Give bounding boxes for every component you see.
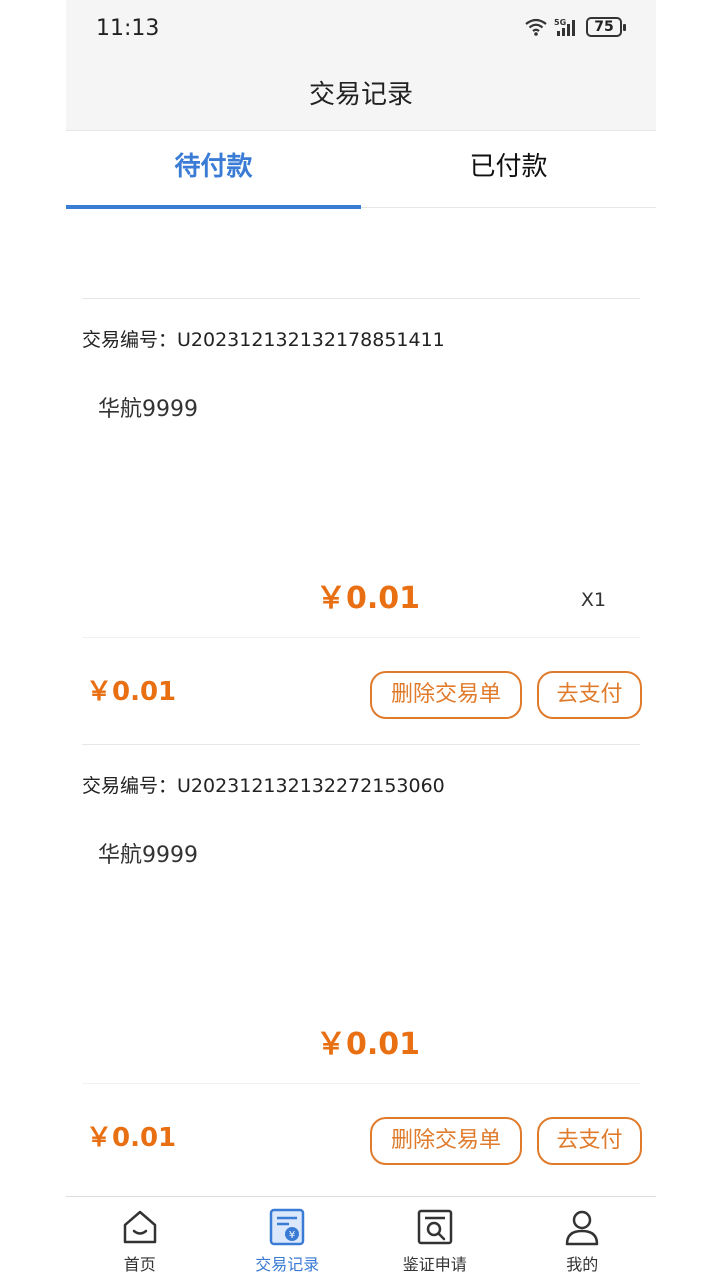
home-icon [123, 1210, 156, 1244]
payment-status-tabs: 待付款 已付款 [66, 130, 656, 209]
tabbar-label: 我的 [566, 1255, 599, 1274]
network-type-label: 5G [554, 18, 566, 27]
product-name[interactable]: 华航9999 [98, 391, 198, 423]
item-price: ￥0.01 [316, 1027, 421, 1062]
tab-pending-payment[interactable]: 待付款 [66, 131, 361, 209]
header-area: 11:13 5G 75 交易记录 [66, 0, 656, 130]
order-total: ￥0.01 [86, 1123, 177, 1153]
order-list: 交易编号：U20231213213217885141​1 华航9999 ￥0.0… [82, 298, 642, 1190]
status-icons: 5G 75 [524, 17, 626, 37]
cellular-signal-icon: 5G [554, 18, 575, 36]
divider [82, 637, 640, 638]
order-number: 交易编号：U20231213213227215306​0 [82, 775, 445, 797]
divider [82, 1083, 640, 1084]
right-gutter [656, 0, 720, 1280]
order-number: 交易编号：U20231213213217885141​1 [82, 329, 445, 351]
transaction-record-icon: ¥ [270, 1208, 305, 1246]
app-screen: 11:13 5G 75 交易记录 待付款 已付款 交易编号：U202312132… [66, 0, 656, 1280]
order-card: 交易编号：U20231213213227215306​0 华航9999 ￥0.0… [82, 744, 642, 1190]
tabbar-item-transaction-record[interactable]: ¥ 交易记录 [214, 1197, 362, 1280]
page-title: 交易记录 [308, 80, 413, 110]
pay-button[interactable]: 去支付 [537, 1117, 642, 1165]
tabbar-item-home[interactable]: 首页 [66, 1197, 214, 1280]
order-total: ￥0.01 [86, 677, 177, 707]
tabbar-label: 交易记录 [255, 1255, 320, 1274]
tabbar-item-verification[interactable]: 鉴证申请 [361, 1197, 509, 1280]
tabbar-label: 首页 [123, 1255, 156, 1274]
delete-order-button[interactable]: 删除交易单 [370, 1117, 522, 1165]
tabbar-item-profile[interactable]: 我的 [509, 1197, 657, 1280]
item-price: ￥0.01 [316, 581, 421, 616]
svg-text:¥: ¥ [289, 1230, 295, 1241]
status-time: 11:13 [96, 16, 160, 41]
delete-order-button[interactable]: 删除交易单 [370, 671, 522, 719]
user-icon [566, 1210, 599, 1246]
wifi-icon [525, 18, 547, 36]
pay-button[interactable]: 去支付 [537, 671, 642, 719]
tab-paid[interactable]: 已付款 [361, 131, 656, 207]
item-quantity: X1 [580, 589, 606, 611]
product-name[interactable]: 华航9999 [98, 837, 198, 869]
verification-search-icon [417, 1209, 452, 1245]
left-gutter [0, 0, 66, 1280]
bottom-tab-bar: 首页 ¥ 交易记录 鉴证申请 我的 [66, 1196, 656, 1280]
battery-icon: 75 [586, 17, 626, 37]
order-card: 交易编号：U20231213213217885141​1 华航9999 ￥0.0… [82, 298, 642, 744]
tabbar-label: 鉴证申请 [402, 1255, 467, 1274]
